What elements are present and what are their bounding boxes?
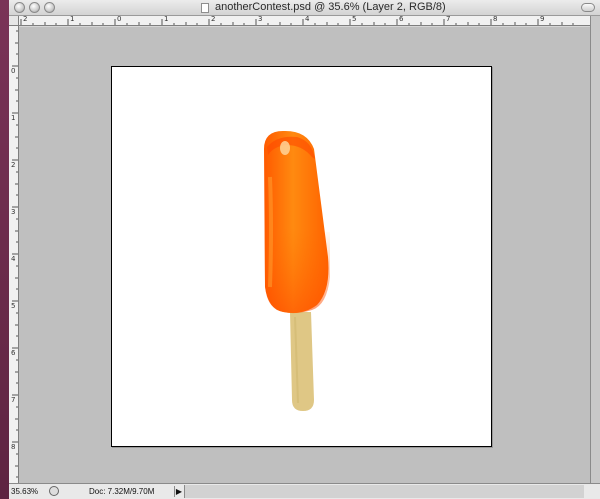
ruler-v-label: 4 xyxy=(11,255,16,263)
ruler-h-label: 3 xyxy=(258,16,263,23)
document-canvas[interactable] xyxy=(111,66,492,447)
ruler-h-label: 6 xyxy=(399,16,404,23)
close-icon[interactable] xyxy=(14,2,25,13)
window-title: anotherContest.psd @ 35.6% (Layer 2, RGB… xyxy=(215,1,446,13)
ruler-h-label: 4 xyxy=(305,16,310,23)
ruler-h-label: 2 xyxy=(23,16,28,23)
zoom-icon[interactable] xyxy=(44,2,55,13)
document-size-info[interactable]: Doc: 7.32M/9.70M xyxy=(63,486,175,497)
ruler-origin[interactable] xyxy=(9,16,19,26)
status-bar: 35.63% Doc: 7.32M/9.70M ▶ xyxy=(9,483,600,499)
ruler-h-label: 8 xyxy=(493,16,498,23)
arrow-right-icon[interactable]: ▶ xyxy=(175,486,183,497)
minimize-icon[interactable] xyxy=(29,2,40,13)
ruler-v-label: 1 xyxy=(11,114,16,122)
ruler-v-label: 6 xyxy=(11,349,16,357)
ruler-h-label: 2 xyxy=(211,16,216,23)
ruler-h-label: 0 xyxy=(117,16,122,23)
document-window: anotherContest.psd @ 35.6% (Layer 2, RGB… xyxy=(9,0,600,499)
canvas-pasteboard[interactable] xyxy=(19,27,590,483)
zoom-level-field[interactable]: 35.63% xyxy=(11,486,49,497)
ruler-h-label: 1 xyxy=(70,16,75,23)
ruler-h-label: 9 xyxy=(540,16,545,23)
popsicle-image xyxy=(264,130,330,411)
horizontal-scrollbar[interactable] xyxy=(184,485,584,498)
ruler-h-label: 5 xyxy=(352,16,357,23)
horizontal-ruler[interactable]: 2 1 0 1 2 3 4 5 6 7 8 9 xyxy=(19,16,590,26)
ruler-h-label: 7 xyxy=(446,16,451,23)
title-bar[interactable]: anotherContest.psd @ 35.6% (Layer 2, RGB… xyxy=(9,0,600,16)
document-icon xyxy=(201,3,209,13)
ruler-v-label: 3 xyxy=(11,208,16,216)
vertical-ruler[interactable]: 0 1 2 3 4 5 6 7 8 xyxy=(9,26,19,483)
status-icon[interactable] xyxy=(49,486,59,496)
ruler-v-label: 2 xyxy=(11,161,16,169)
ruler-v-label: 5 xyxy=(11,302,16,310)
ruler-v-label: 7 xyxy=(11,396,16,404)
toolbar-toggle-button[interactable] xyxy=(581,3,595,12)
ruler-v-label: 8 xyxy=(11,443,16,451)
vertical-scrollbar[interactable] xyxy=(590,16,600,483)
ruler-h-label: 1 xyxy=(164,16,169,23)
ruler-v-label: 0 xyxy=(11,67,16,75)
desktop-background xyxy=(0,0,9,499)
